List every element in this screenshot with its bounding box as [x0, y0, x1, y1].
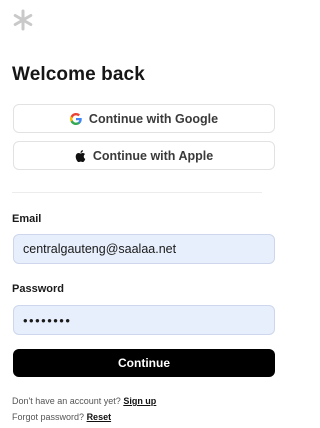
asterisk-logo-icon	[13, 9, 33, 31]
password-label: Password	[12, 283, 64, 295]
apple-icon	[75, 149, 86, 162]
section-divider	[12, 192, 262, 193]
forgot-password-text: Forgot password?	[12, 412, 85, 422]
reset-password-link[interactable]: Reset	[87, 412, 112, 422]
google-g-icon	[69, 112, 82, 125]
continue-with-google-button[interactable]: Continue with Google	[13, 104, 275, 133]
signup-prompt-line: Don't have an account yet? Sign up	[12, 396, 156, 406]
password-field[interactable]	[13, 305, 275, 335]
continue-button-label: Continue	[118, 356, 170, 370]
signup-prompt-text: Don't have an account yet?	[12, 396, 121, 406]
continue-with-apple-button[interactable]: Continue with Apple	[13, 141, 275, 170]
page-title: Welcome back	[12, 64, 145, 85]
google-button-label: Continue with Google	[88, 111, 219, 126]
email-field[interactable]	[13, 234, 275, 264]
sign-up-link[interactable]: Sign up	[123, 396, 156, 406]
email-label: Email	[12, 213, 42, 225]
forgot-password-line: Forgot password? Reset	[12, 412, 111, 422]
apple-button-label: Continue with Apple	[92, 148, 214, 163]
continue-button[interactable]: Continue	[13, 349, 275, 377]
